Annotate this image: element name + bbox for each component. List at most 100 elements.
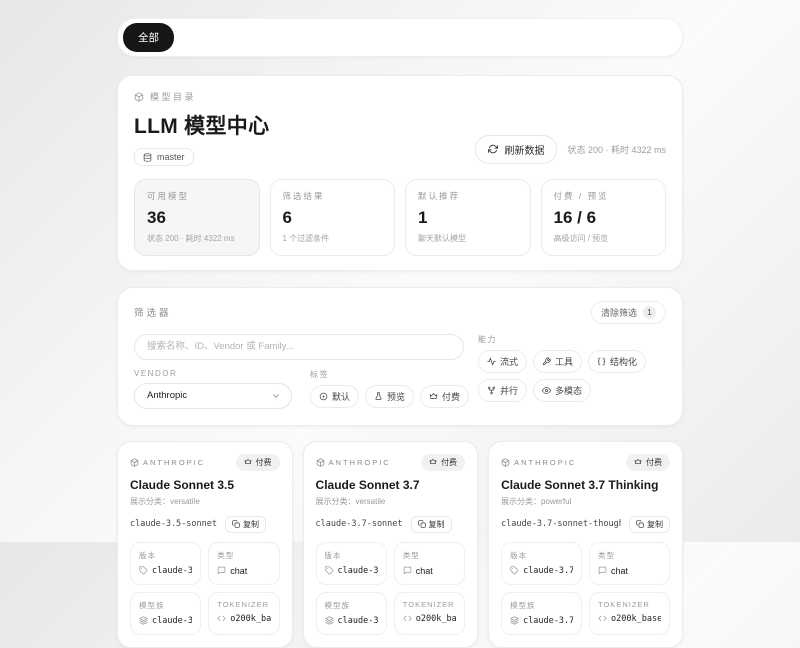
field-value: claude-3.5-so… (152, 616, 192, 626)
capabilities-group: 能力 流式 工具 结构化 并 (478, 334, 666, 409)
stat-card-filtered-results: 筛选结果 6 1 个过滤条件 (270, 179, 396, 256)
stat-value: 1 (418, 208, 518, 228)
crown-icon (244, 458, 252, 466)
capability-pill-label: 工具 (555, 355, 573, 368)
copy-slug-button[interactable]: 复制 (225, 516, 266, 533)
tag-pill-paid[interactable]: 付费 (420, 385, 469, 408)
stat-card-default-recommended: 默认推荐 1 聊天默认模型 (405, 179, 531, 256)
tag-pill-default[interactable]: 默认 (310, 385, 359, 408)
stat-label: 付费 / 预览 (554, 190, 654, 202)
field-version: 版本 claude-3.5-so… (130, 542, 201, 585)
database-icon (143, 153, 152, 162)
model-grid: ANTHROPIC 付费 Claude Sonnet 3.5 展示分类：vers… (117, 441, 683, 648)
search-input[interactable] (134, 334, 464, 360)
refresh-button[interactable]: 刷新数据 (475, 135, 557, 164)
box-icon (501, 458, 510, 467)
field-tokenizer: TOKENIZER o200k_base (394, 592, 465, 635)
copy-slug-button[interactable]: 复制 (411, 516, 452, 533)
model-vendor-label: ANTHROPIC (514, 458, 576, 467)
field-type: 类型 chat (394, 542, 465, 585)
refresh-icon (488, 144, 498, 154)
capability-pill-label: 多模态 (555, 384, 582, 397)
field-label: 类型 (598, 550, 661, 561)
field-label: TOKENIZER (217, 600, 270, 609)
wrench-icon (542, 357, 551, 366)
clear-filters-button[interactable]: 清除筛选 1 (591, 301, 666, 324)
copy-slug-button[interactable]: 复制 (629, 516, 670, 533)
vendor-label: VENDOR (134, 369, 292, 378)
chat-bubble-icon (598, 566, 607, 575)
crown-icon (634, 458, 642, 466)
model-category: 展示分类：powerful (501, 496, 670, 507)
layers-icon (139, 616, 148, 625)
filters-card: 筛选器 清除筛选 1 VENDOR Anthropic (117, 287, 683, 426)
stat-sub: 高级访问 / 预览 (554, 233, 654, 244)
box-icon (130, 458, 139, 467)
capability-pill-multimodal[interactable]: 多模态 (533, 379, 591, 402)
code-icon (217, 614, 226, 623)
scope-tabs: 全部 (117, 18, 683, 57)
capability-pill-tools[interactable]: 工具 (533, 350, 582, 373)
model-slug: claude-3.5-sonnet (130, 519, 217, 529)
stat-sub: 状态 200 · 耗时 4322 ms (147, 233, 247, 244)
model-card-claude-sonnet-3-7: ANTHROPIC 付费 Claude Sonnet 3.7 展示分类：vers… (303, 441, 479, 648)
clear-filters-label: 清除筛选 (601, 306, 637, 319)
stat-sub: 1 个过滤条件 (283, 233, 383, 244)
status-text: 状态 200 · 耗时 4322 ms (567, 143, 666, 156)
stats-row: 可用模型 36 状态 200 · 耗时 4322 ms 筛选结果 6 1 个过滤… (134, 179, 666, 256)
tag-pill-label: 预览 (387, 390, 405, 403)
activity-icon (487, 357, 496, 366)
catalog-header-left: 模型目录 LLM 模型中心 master (134, 90, 269, 167)
field-type: 类型 chat (589, 542, 670, 585)
field-label: 模型族 (139, 600, 192, 611)
field-family: 模型族 claude-3.5-so… (130, 592, 201, 635)
model-name: Claude Sonnet 3.5 (130, 478, 280, 492)
field-value: chat (230, 566, 247, 576)
field-value: o200k_base (611, 614, 661, 624)
stat-value: 36 (147, 208, 247, 228)
paid-badge-label: 付费 (441, 457, 457, 468)
field-label: 模型族 (325, 600, 378, 611)
model-slug: claude-3.7-sonnet (316, 519, 403, 529)
field-value: claude-3.5-so… (152, 566, 192, 576)
tab-all[interactable]: 全部 (123, 23, 174, 52)
crown-icon (429, 458, 437, 466)
field-value: o200k_base (230, 614, 270, 624)
tag-pill-preview[interactable]: 预览 (365, 385, 414, 408)
copy-icon (418, 520, 426, 528)
field-label: 版本 (139, 550, 192, 561)
capability-pill-streaming[interactable]: 流式 (478, 350, 527, 373)
copy-button-label: 复制 (647, 519, 663, 530)
braces-icon (597, 357, 606, 366)
package-icon (134, 92, 144, 102)
box-icon (316, 458, 325, 467)
flask-icon (374, 392, 383, 401)
vendor-select[interactable]: Anthropic (134, 383, 292, 409)
stat-card-available-models: 可用模型 36 状态 200 · 耗时 4322 ms (134, 179, 260, 256)
capability-pill-parallel[interactable]: 并行 (478, 379, 527, 402)
crown-icon (429, 392, 438, 401)
field-label: 版本 (510, 550, 573, 561)
capability-pill-structured[interactable]: 结构化 (588, 350, 646, 373)
code-icon (403, 614, 412, 623)
field-value: claude-3.7-so… (338, 616, 378, 626)
branch-badge-label: master (157, 152, 185, 162)
code-icon (598, 614, 607, 623)
model-vendor: ANTHROPIC (501, 458, 576, 467)
capability-pill-label: 流式 (500, 355, 518, 368)
field-value: o200k_base (416, 614, 456, 624)
field-family: 模型族 claude-3.7-so… (316, 592, 387, 635)
catalog-eyebrow-label: 模型目录 (150, 90, 196, 103)
model-vendor-label: ANTHROPIC (329, 458, 391, 467)
catalog-header-card: 模型目录 LLM 模型中心 master 刷新数据 状态 200 · 耗时 43… (117, 75, 683, 271)
chat-bubble-icon (403, 566, 412, 575)
content-column: 全部 模型目录 LLM 模型中心 master 刷新数据 状态 (117, 0, 683, 648)
model-category: 展示分类：versatile (130, 496, 280, 507)
field-value: claude-3.7-so… (338, 566, 378, 576)
stat-label: 默认推荐 (418, 190, 518, 202)
stat-card-paid-preview: 付费 / 预览 16 / 6 高级访问 / 预览 (541, 179, 667, 256)
catalog-eyebrow: 模型目录 (134, 90, 269, 103)
paid-badge: 付费 (236, 454, 280, 471)
refresh-button-label: 刷新数据 (504, 142, 544, 157)
model-category: 展示分类：versatile (316, 496, 466, 507)
